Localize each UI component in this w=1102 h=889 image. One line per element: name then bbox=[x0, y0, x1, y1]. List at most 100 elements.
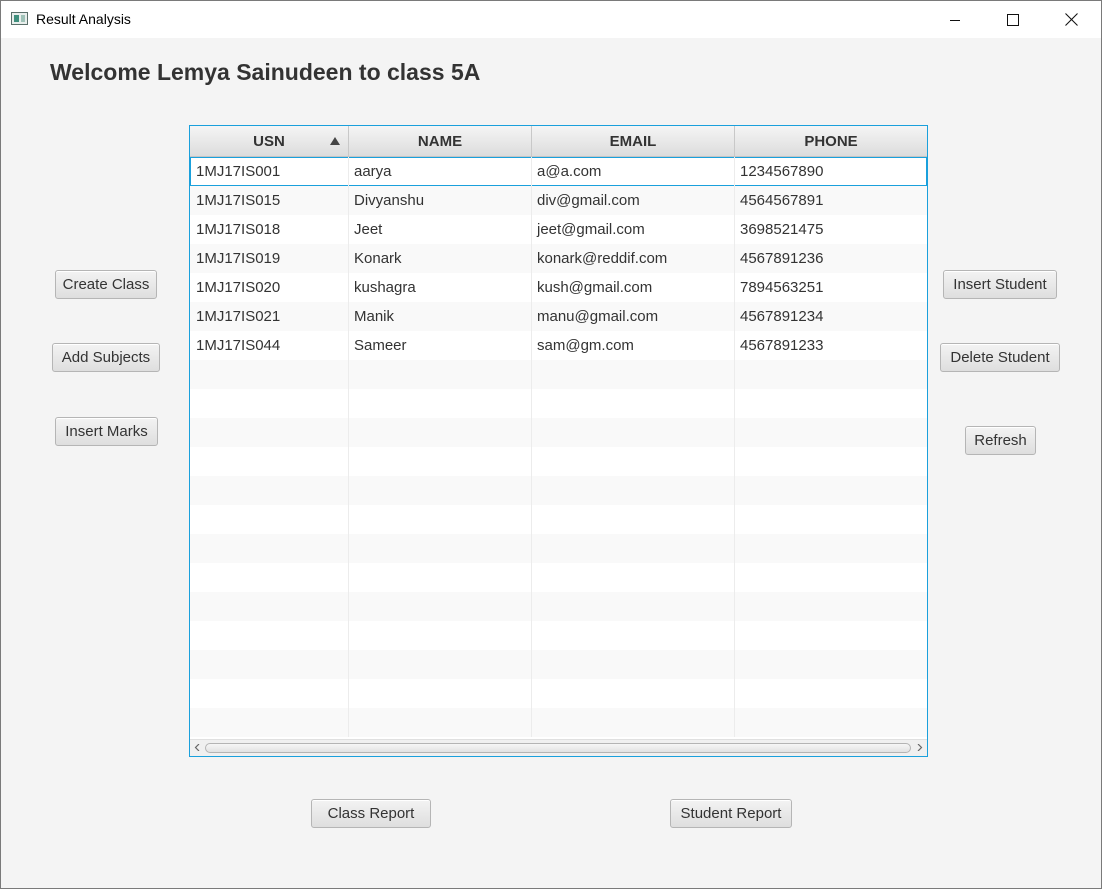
name-cell bbox=[349, 418, 532, 447]
email-cell: jeet@gmail.com bbox=[532, 215, 735, 244]
email-cell bbox=[532, 389, 735, 418]
phone-cell: 1234567890 bbox=[740, 163, 824, 180]
empty-table-row bbox=[190, 563, 927, 592]
empty-table-row bbox=[190, 418, 927, 447]
insert-marks-button[interactable]: Insert Marks bbox=[55, 417, 158, 446]
table-row[interactable]: 1MJ17IS019 Konark konark@reddif.com 4567891… bbox=[190, 244, 927, 273]
empty-table-row bbox=[190, 447, 927, 476]
email-cell: a@a.com bbox=[532, 157, 735, 186]
close-icon bbox=[1064, 13, 1078, 26]
empty-table-row bbox=[190, 650, 927, 679]
phone-cell bbox=[735, 389, 927, 418]
column-header-name[interactable]: NAME bbox=[349, 126, 532, 156]
phone-cell: 7894563251 bbox=[740, 279, 824, 296]
add-subjects-button[interactable]: Add Subjects bbox=[52, 343, 160, 372]
phone-cell bbox=[735, 534, 927, 563]
email-cell bbox=[532, 679, 735, 708]
usn-cell bbox=[190, 621, 349, 650]
name-cell bbox=[349, 708, 532, 737]
phone-cell: 4567891234 bbox=[740, 308, 824, 325]
empty-table-row bbox=[190, 389, 927, 418]
students-table[interactable]: USN NAME EMAIL PHONE 1MJ17IS001 aarya a@a.… bbox=[189, 125, 928, 757]
usn-cell: 1MJ17IS019 bbox=[190, 244, 349, 273]
student-report-button[interactable]: Student Report bbox=[670, 799, 792, 828]
email-cell: konark@reddif.com bbox=[532, 244, 735, 273]
email-cell bbox=[532, 621, 735, 650]
phone-cell bbox=[735, 679, 927, 708]
usn-cell bbox=[190, 476, 349, 505]
phone-cell: 3698521475 bbox=[740, 221, 824, 238]
name-cell bbox=[349, 592, 532, 621]
scroll-right-arrow-icon[interactable] bbox=[916, 744, 923, 751]
usn-cell bbox=[190, 505, 349, 534]
table-row[interactable]: 1MJ17IS001 aarya a@a.com 1234567890 bbox=[190, 157, 927, 186]
table-row[interactable]: 1MJ17IS020 kushagra kush@gmail.com 78945632… bbox=[190, 273, 927, 302]
minimize-icon bbox=[950, 19, 960, 21]
empty-table-row bbox=[190, 534, 927, 563]
app-window: Result Analysis Welcome Lemya Sainudeen … bbox=[0, 0, 1102, 889]
name-cell: Sameer bbox=[349, 331, 532, 360]
usn-cell bbox=[190, 360, 349, 389]
usn-cell bbox=[190, 592, 349, 621]
empty-table-row bbox=[190, 621, 927, 650]
email-cell: manu@gmail.com bbox=[532, 302, 735, 331]
table-header: USN NAME EMAIL PHONE bbox=[190, 126, 927, 157]
email-cell bbox=[532, 360, 735, 389]
email-cell: kush@gmail.com bbox=[532, 273, 735, 302]
phone-cell: 4567891233 bbox=[740, 337, 824, 354]
phone-cell: 4567891236 bbox=[740, 250, 824, 267]
column-header-phone[interactable]: PHONE bbox=[735, 126, 927, 156]
name-cell bbox=[349, 534, 532, 563]
name-cell bbox=[349, 476, 532, 505]
usn-cell bbox=[190, 418, 349, 447]
column-header-label: EMAIL bbox=[609, 132, 657, 150]
usn-cell: 1MJ17IS044 bbox=[190, 331, 349, 360]
table-row[interactable]: 1MJ17IS018 Jeet jeet@gmail.com 3698521475 bbox=[190, 215, 927, 244]
maximize-button[interactable] bbox=[984, 1, 1042, 38]
name-cell: aarya bbox=[349, 157, 532, 186]
name-cell: Jeet bbox=[349, 215, 532, 244]
column-header-label: PHONE bbox=[804, 132, 858, 150]
email-cell bbox=[532, 476, 735, 505]
email-cell bbox=[532, 592, 735, 621]
class-report-button[interactable]: Class Report bbox=[311, 799, 431, 828]
name-cell bbox=[349, 621, 532, 650]
email-cell: div@gmail.com bbox=[532, 186, 735, 215]
name-cell: Divyanshu bbox=[349, 186, 532, 215]
phone-cell bbox=[735, 708, 927, 737]
phone-cell bbox=[735, 592, 927, 621]
phone-cell bbox=[735, 650, 927, 679]
usn-cell bbox=[190, 534, 349, 563]
name-cell bbox=[349, 650, 532, 679]
table-row[interactable]: 1MJ17IS021 Manik manu@gmail.com 4567891234 bbox=[190, 302, 927, 331]
phone-cell bbox=[735, 447, 927, 476]
maximize-icon bbox=[1007, 13, 1019, 26]
table-row[interactable]: 1MJ17IS044 Sameer sam@gm.com 4567891233 bbox=[190, 331, 927, 360]
insert-student-button[interactable]: Insert Student bbox=[943, 270, 1057, 299]
table-row[interactable]: 1MJ17IS015 Divyanshu div@gmail.com 45645678… bbox=[190, 186, 927, 215]
horizontal-scrollbar[interactable] bbox=[190, 739, 927, 756]
phone-cell bbox=[735, 418, 927, 447]
delete-student-button[interactable]: Delete Student bbox=[940, 343, 1060, 372]
empty-table-row bbox=[190, 679, 927, 708]
empty-table-row bbox=[190, 708, 927, 737]
close-button[interactable] bbox=[1042, 1, 1100, 38]
email-cell bbox=[532, 505, 735, 534]
scroll-left-arrow-icon[interactable] bbox=[194, 744, 201, 751]
column-header-usn[interactable]: USN bbox=[190, 126, 349, 156]
usn-cell bbox=[190, 708, 349, 737]
empty-table-row bbox=[190, 592, 927, 621]
sort-ascending-icon[interactable] bbox=[330, 137, 340, 145]
name-cell bbox=[349, 679, 532, 708]
column-header-email[interactable]: EMAIL bbox=[532, 126, 735, 156]
scrollbar-thumb[interactable] bbox=[205, 743, 911, 753]
create-class-button[interactable]: Create Class bbox=[55, 270, 157, 299]
email-cell bbox=[532, 650, 735, 679]
app-icon bbox=[11, 12, 28, 25]
refresh-button[interactable]: Refresh bbox=[965, 426, 1036, 455]
minimize-button[interactable] bbox=[926, 1, 984, 38]
phone-cell: 4564567891 bbox=[740, 192, 824, 209]
name-cell bbox=[349, 360, 532, 389]
title-bar: Result Analysis bbox=[1, 1, 1101, 38]
usn-cell: 1MJ17IS021 bbox=[190, 302, 349, 331]
